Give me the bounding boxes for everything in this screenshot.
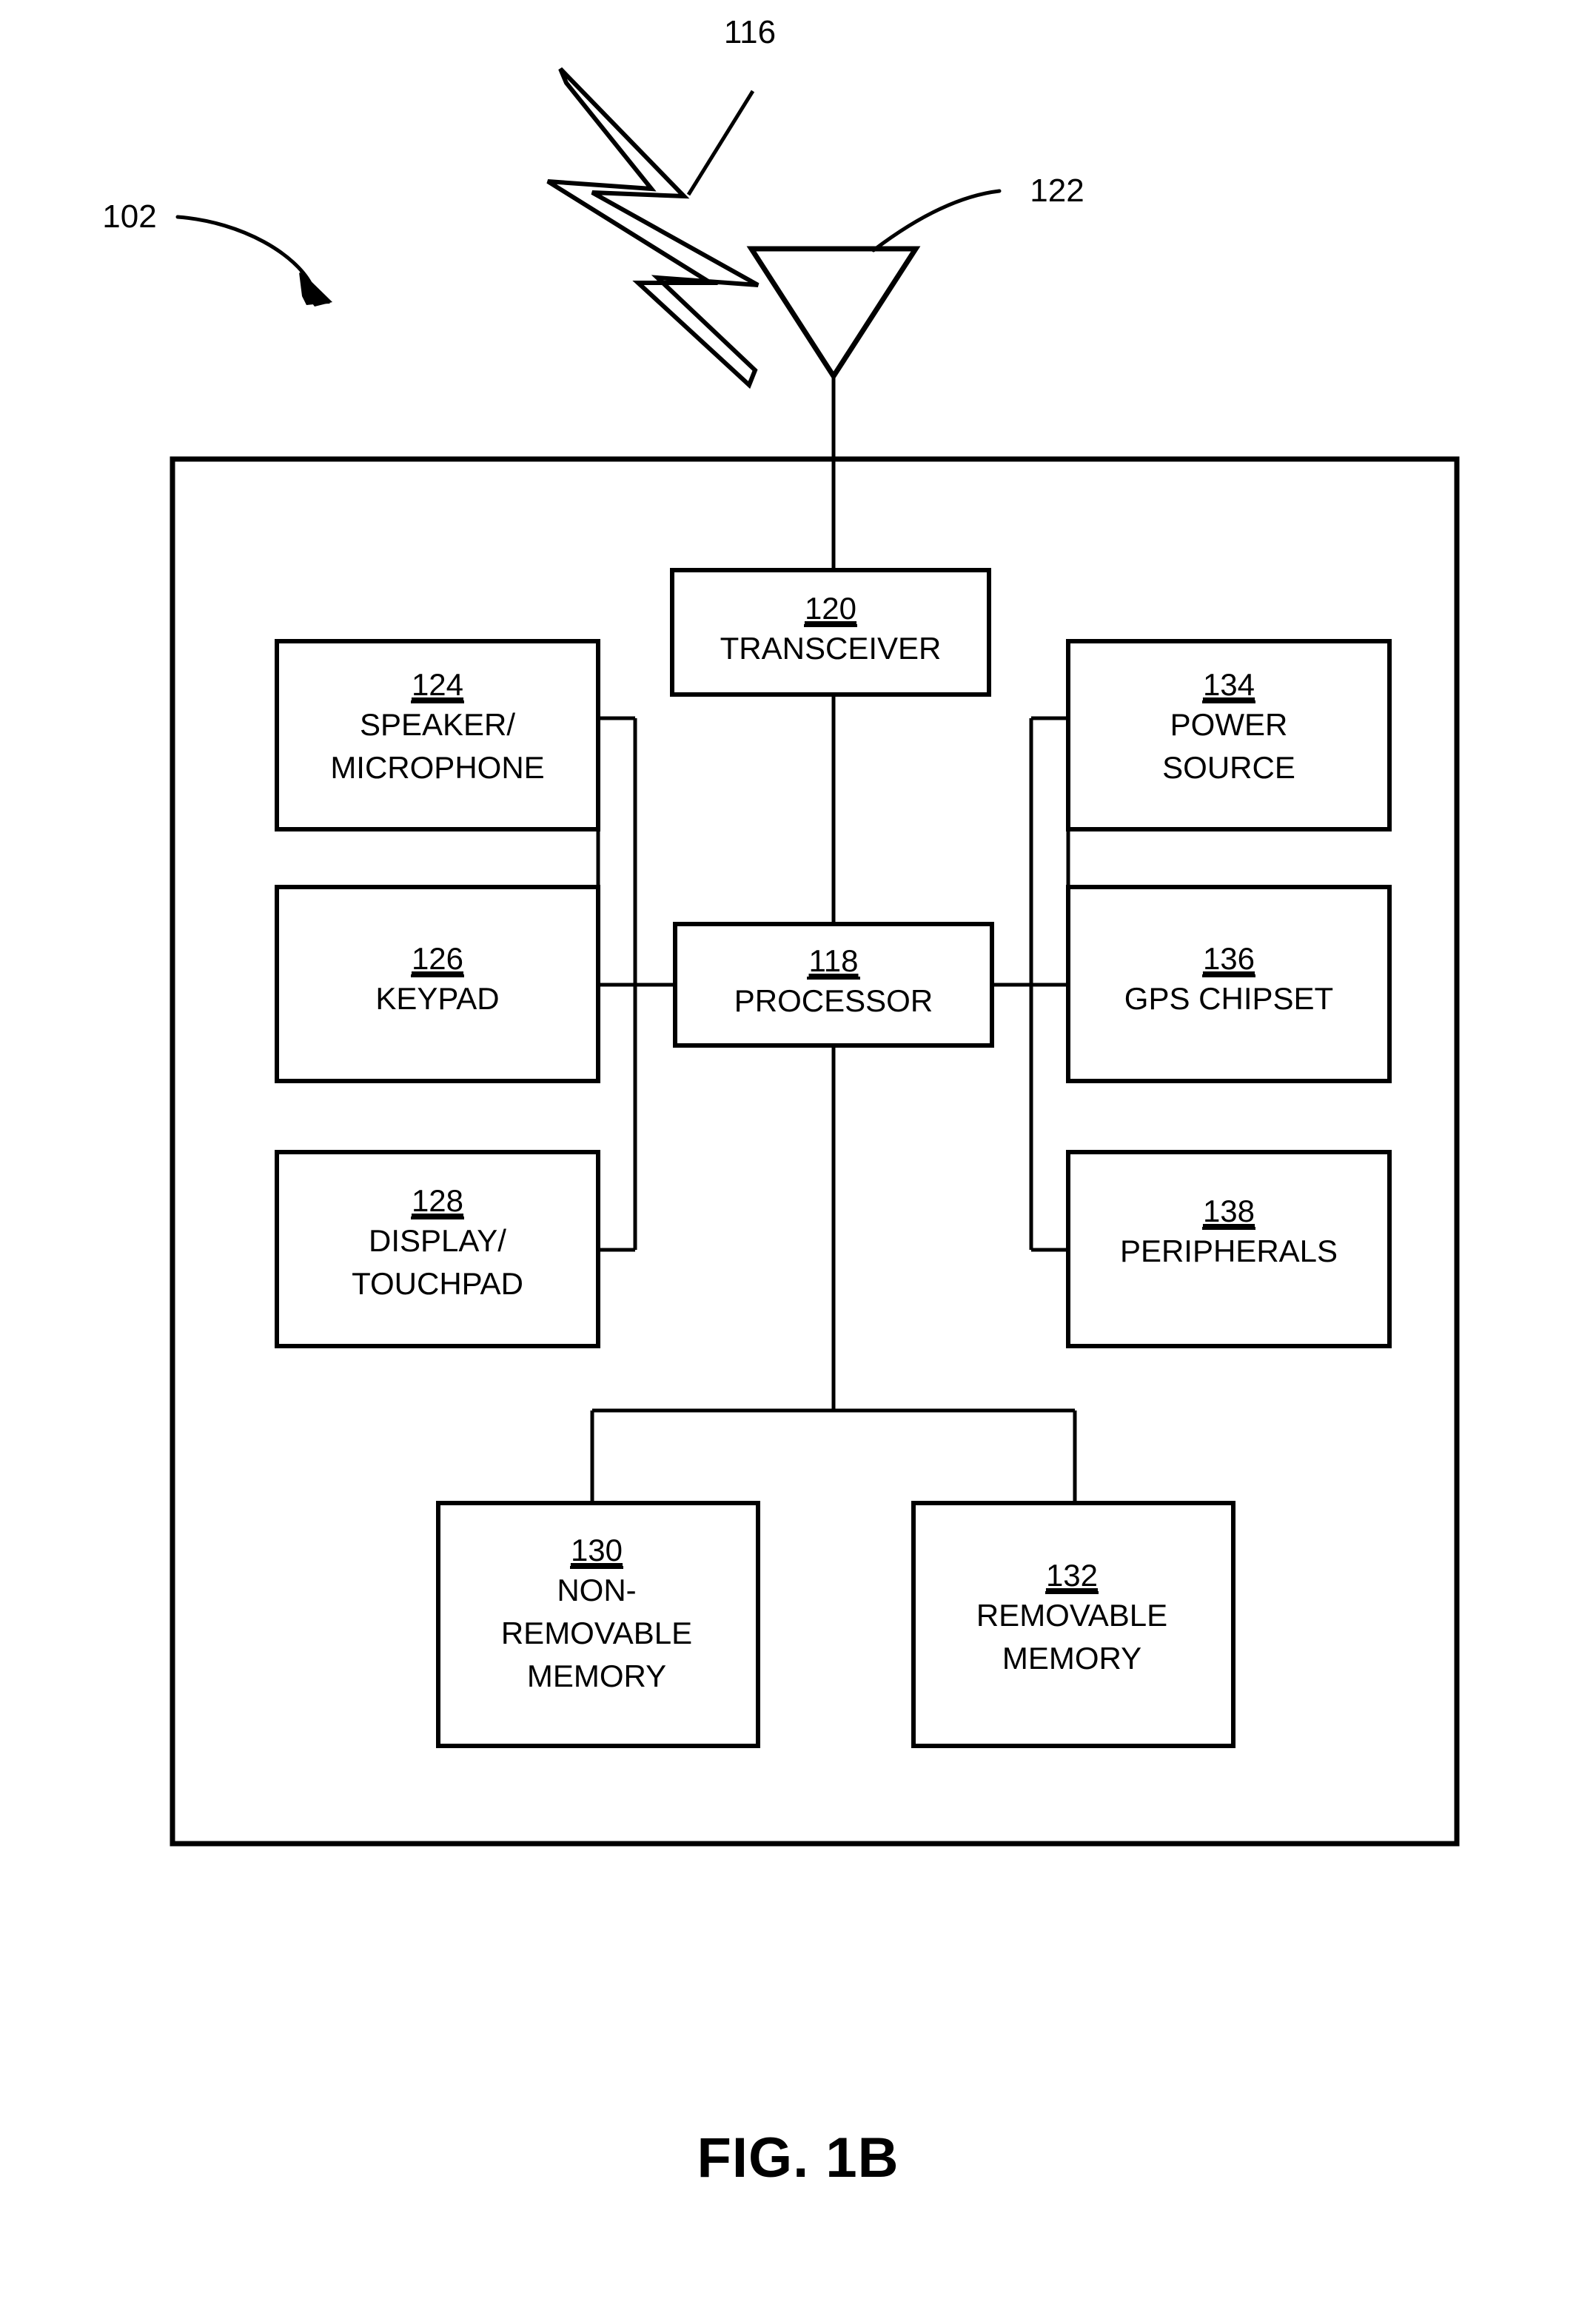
speaker-microphone-ref: 124 [412,667,463,702]
air-interface-bolt-group: 116 [546,14,776,389]
figure-1b-diagram: 116 122 102 120 TRANSCEIVER 124 SPEAKER/… [102,14,1460,2189]
antenna-group: 122 [746,173,1084,570]
air-interface-ref-label: 116 [724,14,776,50]
lightning-bolt-icon [546,67,760,389]
non-removable-memory-ref: 130 [571,1533,623,1567]
block-keypad: 126 KEYPAD [275,885,600,1083]
power-source-label-line1: POWER [1170,707,1288,742]
block-transceiver: 120 TRANSCEIVER [670,568,991,697]
block-processor: 118 PROCESSOR [673,922,994,1048]
processor-ref: 118 [809,943,859,978]
transceiver-label: TRANSCEIVER [720,631,942,666]
power-source-ref: 134 [1203,667,1255,702]
block-power-source: 134 POWER SOURCE [1066,639,1392,831]
display-touchpad-label-line2: TOUCHPAD [352,1266,523,1301]
gps-chipset-label: GPS CHIPSET [1124,981,1333,1016]
peripherals-ref: 138 [1203,1194,1255,1228]
device-ref-label: 102 [102,198,156,235]
block-display-touchpad: 128 DISPLAY/ TOUCHPAD [275,1150,600,1348]
display-touchpad-label-line1: DISPLAY/ [369,1223,506,1258]
patent-figure-page: 116 122 102 120 TRANSCEIVER 124 SPEAKER/… [0,0,1596,2299]
removable-memory-label-line2: MEMORY [1002,1641,1141,1676]
antenna-triangle-icon [746,246,921,381]
non-removable-memory-label-line1: NON- [557,1573,636,1607]
block-speaker-microphone: 124 SPEAKER/ MICROPHONE [275,639,600,831]
keypad-ref: 126 [412,941,463,976]
figure-caption: FIG. 1B [697,2126,899,2189]
antenna-leader-line [871,189,1002,252]
speaker-microphone-label-line1: SPEAKER/ [360,707,515,742]
transceiver-ref: 120 [805,591,856,626]
power-source-label-line2: SOURCE [1162,750,1295,785]
gps-chipset-ref: 136 [1203,941,1255,976]
non-removable-memory-label-line2: REMOVABLE [501,1616,692,1650]
keypad-label: KEYPAD [375,981,499,1016]
antenna-ref-label: 122 [1030,173,1084,209]
block-removable-memory: 132 REMOVABLE MEMORY [911,1501,1235,1748]
non-removable-memory-label-line3: MEMORY [527,1659,666,1693]
device-leader-curve [175,215,313,287]
block-peripherals: 138 PERIPHERALS [1066,1150,1392,1348]
block-non-removable-memory: 130 NON- REMOVABLE MEMORY [436,1501,760,1748]
display-touchpad-ref: 128 [412,1183,463,1218]
device-callout-group: 102 [102,198,332,307]
air-interface-leader-line [686,90,755,196]
speaker-microphone-label-line2: MICROPHONE [330,750,544,785]
removable-memory-label-line1: REMOVABLE [976,1598,1167,1633]
interconnect-wiring [590,695,1077,1503]
block-gps-chipset: 136 GPS CHIPSET [1066,885,1392,1083]
peripherals-label: PERIPHERALS [1120,1234,1338,1268]
removable-memory-ref: 132 [1046,1558,1098,1593]
processor-label: PROCESSOR [734,983,933,1018]
